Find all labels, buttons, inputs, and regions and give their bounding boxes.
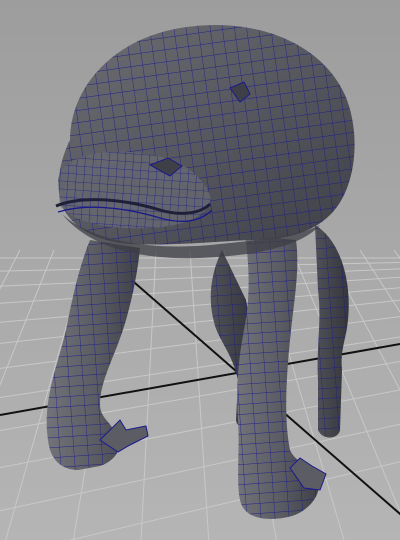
viewport-scene <box>0 24 400 540</box>
creature-body <box>55 24 355 259</box>
back-leg-right <box>315 225 349 438</box>
grid-line <box>393 249 400 259</box>
front-leg-left <box>46 240 149 470</box>
grid-line <box>0 249 55 387</box>
3d-viewport[interactable] <box>0 0 400 540</box>
